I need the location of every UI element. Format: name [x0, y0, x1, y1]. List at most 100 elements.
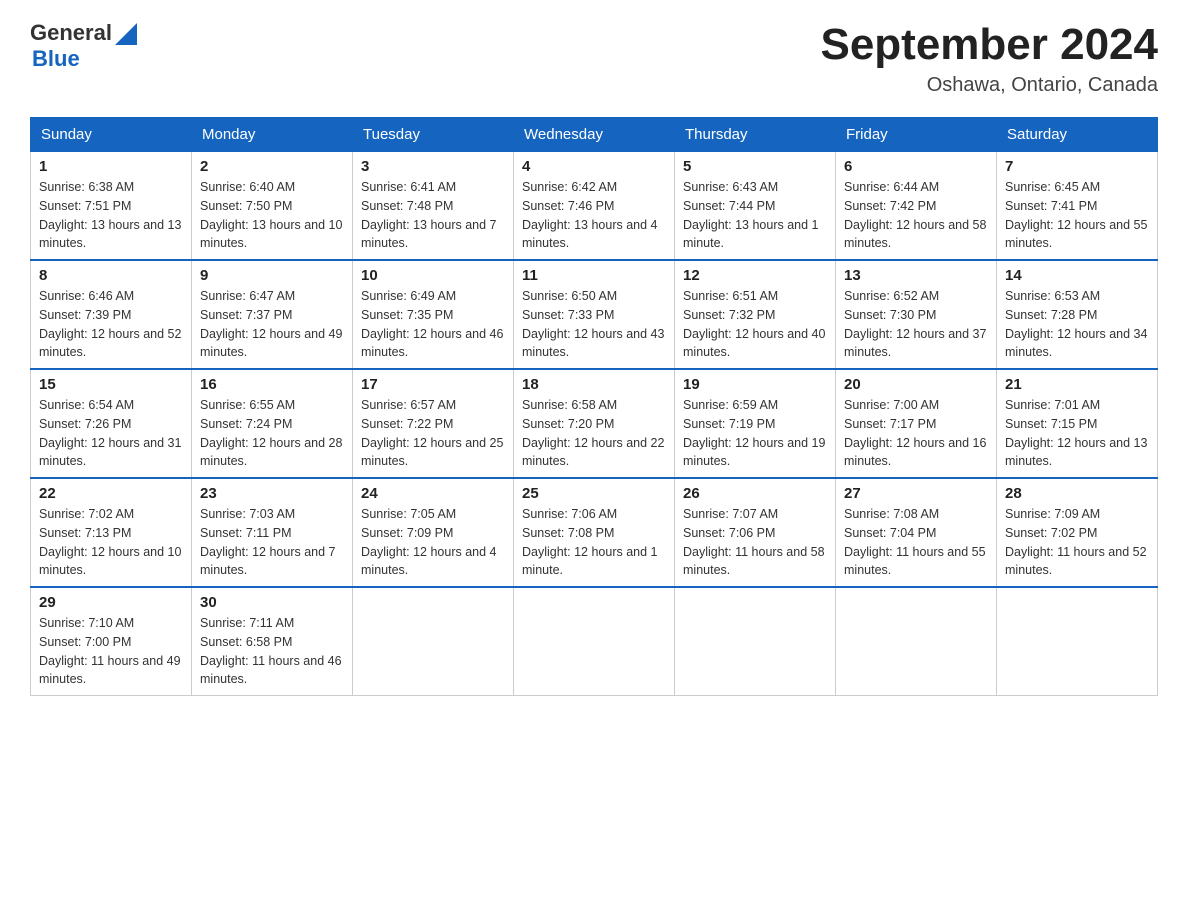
table-row: 3 Sunrise: 6:41 AM Sunset: 7:48 PM Dayli… — [353, 152, 514, 261]
day-number: 14 — [1005, 267, 1149, 284]
day-number: 8 — [39, 267, 183, 284]
table-row — [514, 587, 675, 696]
day-info: Sunrise: 7:00 AM Sunset: 7:17 PM Dayligh… — [844, 396, 988, 471]
table-row: 16 Sunrise: 6:55 AM Sunset: 7:24 PM Dayl… — [192, 369, 353, 478]
day-number: 21 — [1005, 376, 1149, 393]
day-info: Sunrise: 7:08 AM Sunset: 7:04 PM Dayligh… — [844, 505, 988, 580]
day-info: Sunrise: 6:45 AM Sunset: 7:41 PM Dayligh… — [1005, 178, 1149, 253]
day-info: Sunrise: 6:43 AM Sunset: 7:44 PM Dayligh… — [683, 178, 827, 253]
table-row — [675, 587, 836, 696]
title-block: September 2024 Oshawa, Ontario, Canada — [820, 20, 1158, 97]
day-number: 15 — [39, 376, 183, 393]
day-number: 24 — [361, 485, 505, 502]
table-row: 14 Sunrise: 6:53 AM Sunset: 7:28 PM Dayl… — [997, 260, 1158, 369]
day-number: 18 — [522, 376, 666, 393]
logo-triangle-icon — [115, 23, 137, 45]
day-info: Sunrise: 7:09 AM Sunset: 7:02 PM Dayligh… — [1005, 505, 1149, 580]
day-number: 4 — [522, 158, 666, 175]
page-header: General Blue September 2024 Oshawa, Onta… — [30, 20, 1158, 97]
table-row: 5 Sunrise: 6:43 AM Sunset: 7:44 PM Dayli… — [675, 152, 836, 261]
day-number: 3 — [361, 158, 505, 175]
day-info: Sunrise: 6:54 AM Sunset: 7:26 PM Dayligh… — [39, 396, 183, 471]
table-row: 9 Sunrise: 6:47 AM Sunset: 7:37 PM Dayli… — [192, 260, 353, 369]
day-info: Sunrise: 6:38 AM Sunset: 7:51 PM Dayligh… — [39, 178, 183, 253]
day-info: Sunrise: 7:10 AM Sunset: 7:00 PM Dayligh… — [39, 614, 183, 689]
day-info: Sunrise: 6:52 AM Sunset: 7:30 PM Dayligh… — [844, 287, 988, 362]
day-info: Sunrise: 7:02 AM Sunset: 7:13 PM Dayligh… — [39, 505, 183, 580]
day-number: 11 — [522, 267, 666, 284]
day-number: 19 — [683, 376, 827, 393]
month-year-title: September 2024 — [820, 20, 1158, 70]
col-tuesday: Tuesday — [353, 118, 514, 152]
calendar-week-row: 29 Sunrise: 7:10 AM Sunset: 7:00 PM Dayl… — [31, 587, 1158, 696]
day-info: Sunrise: 6:42 AM Sunset: 7:46 PM Dayligh… — [522, 178, 666, 253]
table-row: 6 Sunrise: 6:44 AM Sunset: 7:42 PM Dayli… — [836, 152, 997, 261]
day-number: 26 — [683, 485, 827, 502]
logo-blue-text: Blue — [32, 46, 80, 72]
day-number: 20 — [844, 376, 988, 393]
table-row: 4 Sunrise: 6:42 AM Sunset: 7:46 PM Dayli… — [514, 152, 675, 261]
table-row: 11 Sunrise: 6:50 AM Sunset: 7:33 PM Dayl… — [514, 260, 675, 369]
table-row: 30 Sunrise: 7:11 AM Sunset: 6:58 PM Dayl… — [192, 587, 353, 696]
calendar-header-row: Sunday Monday Tuesday Wednesday Thursday… — [31, 118, 1158, 152]
day-number: 5 — [683, 158, 827, 175]
day-info: Sunrise: 6:53 AM Sunset: 7:28 PM Dayligh… — [1005, 287, 1149, 362]
day-number: 9 — [200, 267, 344, 284]
day-info: Sunrise: 7:03 AM Sunset: 7:11 PM Dayligh… — [200, 505, 344, 580]
logo: General Blue — [30, 20, 137, 72]
table-row: 20 Sunrise: 7:00 AM Sunset: 7:17 PM Dayl… — [836, 369, 997, 478]
table-row: 27 Sunrise: 7:08 AM Sunset: 7:04 PM Dayl… — [836, 478, 997, 587]
table-row: 17 Sunrise: 6:57 AM Sunset: 7:22 PM Dayl… — [353, 369, 514, 478]
table-row: 18 Sunrise: 6:58 AM Sunset: 7:20 PM Dayl… — [514, 369, 675, 478]
day-info: Sunrise: 6:41 AM Sunset: 7:48 PM Dayligh… — [361, 178, 505, 253]
table-row: 24 Sunrise: 7:05 AM Sunset: 7:09 PM Dayl… — [353, 478, 514, 587]
table-row: 1 Sunrise: 6:38 AM Sunset: 7:51 PM Dayli… — [31, 152, 192, 261]
logo-general-text: General — [30, 20, 112, 46]
col-sunday: Sunday — [31, 118, 192, 152]
day-info: Sunrise: 7:06 AM Sunset: 7:08 PM Dayligh… — [522, 505, 666, 580]
day-number: 16 — [200, 376, 344, 393]
day-number: 29 — [39, 594, 183, 611]
table-row: 7 Sunrise: 6:45 AM Sunset: 7:41 PM Dayli… — [997, 152, 1158, 261]
table-row — [353, 587, 514, 696]
calendar-week-row: 15 Sunrise: 6:54 AM Sunset: 7:26 PM Dayl… — [31, 369, 1158, 478]
table-row: 29 Sunrise: 7:10 AM Sunset: 7:00 PM Dayl… — [31, 587, 192, 696]
day-number: 2 — [200, 158, 344, 175]
day-info: Sunrise: 6:46 AM Sunset: 7:39 PM Dayligh… — [39, 287, 183, 362]
day-number: 17 — [361, 376, 505, 393]
day-number: 30 — [200, 594, 344, 611]
day-number: 12 — [683, 267, 827, 284]
day-number: 23 — [200, 485, 344, 502]
location-subtitle: Oshawa, Ontario, Canada — [820, 74, 1158, 97]
table-row: 26 Sunrise: 7:07 AM Sunset: 7:06 PM Dayl… — [675, 478, 836, 587]
day-number: 25 — [522, 485, 666, 502]
day-number: 6 — [844, 158, 988, 175]
col-wednesday: Wednesday — [514, 118, 675, 152]
calendar-week-row: 8 Sunrise: 6:46 AM Sunset: 7:39 PM Dayli… — [31, 260, 1158, 369]
col-thursday: Thursday — [675, 118, 836, 152]
table-row — [836, 587, 997, 696]
col-saturday: Saturday — [997, 118, 1158, 152]
day-info: Sunrise: 6:51 AM Sunset: 7:32 PM Dayligh… — [683, 287, 827, 362]
table-row: 15 Sunrise: 6:54 AM Sunset: 7:26 PM Dayl… — [31, 369, 192, 478]
table-row: 10 Sunrise: 6:49 AM Sunset: 7:35 PM Dayl… — [353, 260, 514, 369]
table-row: 25 Sunrise: 7:06 AM Sunset: 7:08 PM Dayl… — [514, 478, 675, 587]
table-row: 13 Sunrise: 6:52 AM Sunset: 7:30 PM Dayl… — [836, 260, 997, 369]
day-number: 10 — [361, 267, 505, 284]
day-info: Sunrise: 6:58 AM Sunset: 7:20 PM Dayligh… — [522, 396, 666, 471]
col-monday: Monday — [192, 118, 353, 152]
day-number: 13 — [844, 267, 988, 284]
day-number: 7 — [1005, 158, 1149, 175]
table-row: 2 Sunrise: 6:40 AM Sunset: 7:50 PM Dayli… — [192, 152, 353, 261]
table-row: 12 Sunrise: 6:51 AM Sunset: 7:32 PM Dayl… — [675, 260, 836, 369]
day-info: Sunrise: 7:07 AM Sunset: 7:06 PM Dayligh… — [683, 505, 827, 580]
table-row: 21 Sunrise: 7:01 AM Sunset: 7:15 PM Dayl… — [997, 369, 1158, 478]
table-row: 19 Sunrise: 6:59 AM Sunset: 7:19 PM Dayl… — [675, 369, 836, 478]
day-info: Sunrise: 6:55 AM Sunset: 7:24 PM Dayligh… — [200, 396, 344, 471]
day-info: Sunrise: 6:40 AM Sunset: 7:50 PM Dayligh… — [200, 178, 344, 253]
day-info: Sunrise: 6:47 AM Sunset: 7:37 PM Dayligh… — [200, 287, 344, 362]
day-info: Sunrise: 6:59 AM Sunset: 7:19 PM Dayligh… — [683, 396, 827, 471]
calendar-week-row: 1 Sunrise: 6:38 AM Sunset: 7:51 PM Dayli… — [31, 152, 1158, 261]
table-row — [997, 587, 1158, 696]
calendar-week-row: 22 Sunrise: 7:02 AM Sunset: 7:13 PM Dayl… — [31, 478, 1158, 587]
